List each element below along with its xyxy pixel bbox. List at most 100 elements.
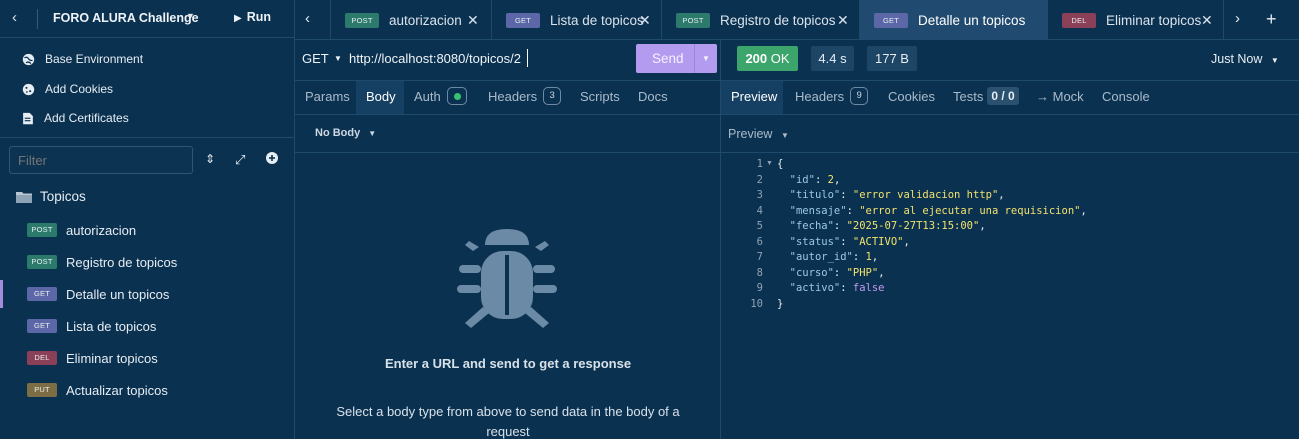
env-label: Base Environment bbox=[45, 52, 144, 66]
project-title[interactable]: FORO ALURA Challenge bbox=[53, 11, 199, 25]
json-value: "error al ejecutar una requisicion" bbox=[859, 204, 1081, 217]
chevron-down-icon[interactable]: ▼ bbox=[334, 54, 342, 63]
tab-detalle-un-topicos[interactable]: GET Detalle un topicos bbox=[860, 0, 1048, 40]
chevron-down-icon: ▼ bbox=[368, 129, 377, 138]
request-item[interactable]: POST autorizacion bbox=[0, 216, 294, 244]
expand-icon[interactable]: ⤢ bbox=[235, 152, 245, 168]
timestamp-dropdown[interactable]: Just Now ▼ bbox=[1211, 52, 1279, 66]
tab-console[interactable]: Console bbox=[1102, 89, 1150, 104]
request-item[interactable]: GET Lista de topicos bbox=[0, 312, 294, 340]
json-viewer[interactable]: 1 { 2 "id": 2, 3 "titulo": "error validac… bbox=[747, 157, 1087, 312]
count-badge: 0 / 0 bbox=[987, 87, 1019, 105]
method-badge: DEL bbox=[1062, 12, 1096, 28]
chevron-down-icon[interactable]: ▼ bbox=[702, 54, 710, 63]
timestamp-label: Just Now bbox=[1211, 52, 1263, 66]
tab-mock[interactable]: → Mock bbox=[1036, 89, 1084, 104]
tab-label: Auth bbox=[414, 88, 441, 104]
request-item[interactable]: POST Registro de topicos bbox=[0, 248, 294, 276]
tab-label: Tests bbox=[953, 88, 984, 104]
code-line: 3 "titulo": "error validacion http", bbox=[747, 188, 1087, 204]
preview-mode-dropdown[interactable]: Preview ▼ bbox=[728, 127, 789, 141]
request-name: autorizacion bbox=[66, 222, 137, 238]
request-item[interactable]: DEL Eliminar topicos bbox=[0, 344, 294, 372]
bug-icon bbox=[457, 229, 557, 328]
tab-headers[interactable]: Headers 3 bbox=[488, 87, 562, 105]
method-select[interactable]: GET bbox=[302, 51, 329, 66]
status-text: OK bbox=[770, 51, 790, 66]
tab-scroll-left-icon[interactable]: ‹ bbox=[305, 10, 310, 27]
tab-preview[interactable]: Preview bbox=[731, 89, 777, 104]
body-type-dropdown[interactable]: No Body ▼ bbox=[315, 127, 376, 139]
run-button[interactable]: ▶ Run bbox=[234, 10, 271, 24]
fold-icon[interactable]: ▼ bbox=[766, 160, 773, 167]
url-input[interactable]: http://localhost:8080/topicos/2 bbox=[349, 51, 521, 66]
close-icon[interactable]: ✕ bbox=[1201, 12, 1213, 29]
base-environment-item[interactable]: Base Environment bbox=[22, 47, 143, 71]
json-key: "curso" bbox=[789, 266, 834, 279]
folder-topicos[interactable]: Topicos bbox=[16, 189, 86, 204]
add-cookies-item[interactable]: Add Cookies bbox=[22, 77, 113, 101]
text-cursor bbox=[527, 49, 528, 67]
line-number: 3 bbox=[756, 189, 763, 201]
close-icon[interactable]: ✕ bbox=[639, 12, 651, 29]
tab-tests[interactable]: Tests 0 / 0 bbox=[953, 87, 1019, 105]
filter-input[interactable] bbox=[9, 146, 193, 174]
json-key: "activo" bbox=[789, 282, 841, 294]
new-tab-icon[interactable]: + bbox=[1266, 9, 1277, 30]
tab-auth[interactable]: Auth bbox=[414, 87, 467, 105]
tab-docs[interactable]: Docs bbox=[638, 89, 668, 104]
method-badge: PUT bbox=[27, 383, 57, 397]
sort-icon[interactable]: ⇕ bbox=[205, 152, 215, 166]
request-name: Detalle un topicos bbox=[66, 286, 170, 302]
json-brace: { bbox=[777, 158, 784, 170]
tab-lista-de-topicos[interactable]: GET Lista de topicos ✕ bbox=[492, 0, 662, 40]
json-key: "mensaje" bbox=[789, 204, 847, 217]
tab-scroll-right-icon[interactable]: › bbox=[1235, 10, 1240, 27]
count-badge: 9 bbox=[850, 87, 869, 105]
tab-label: Headers bbox=[795, 88, 845, 104]
divider bbox=[721, 80, 1299, 81]
tab-label: Headers bbox=[488, 88, 538, 104]
chevron-down-icon: ▼ bbox=[1270, 56, 1279, 65]
empty-state-description: Select a body type from above to send da… bbox=[336, 404, 680, 439]
code-line: 8 "curso": "PHP", bbox=[747, 266, 1087, 282]
method-badge: GET bbox=[27, 287, 57, 301]
tab-cookies[interactable]: Cookies bbox=[888, 89, 935, 104]
back-icon[interactable]: ‹ bbox=[12, 9, 28, 27]
env-label: Add Certificates bbox=[44, 111, 129, 125]
code-line: 2 "id": 2, bbox=[747, 173, 1087, 189]
close-icon[interactable]: ✕ bbox=[467, 12, 479, 29]
cookie-icon bbox=[22, 83, 35, 95]
method-badge: GET bbox=[874, 12, 908, 28]
chevron-down-icon[interactable]: ▼ bbox=[186, 11, 195, 21]
divider bbox=[295, 114, 720, 115]
send-button[interactable]: Send ▼ bbox=[636, 44, 717, 73]
request-item[interactable]: PUT Actualizar topicos bbox=[0, 376, 294, 404]
tab-eliminar-topicos[interactable]: DEL Eliminar topicos ✕ bbox=[1048, 0, 1224, 40]
add-certificates-item[interactable]: Add Certificates bbox=[22, 106, 129, 130]
divider bbox=[721, 114, 1299, 115]
tab-registro-de-topicos[interactable]: POST Registro de topicos ✕ bbox=[662, 0, 860, 40]
method-badge: POST bbox=[27, 255, 57, 269]
tab-scripts[interactable]: Scripts bbox=[580, 89, 620, 104]
json-value: "PHP" bbox=[846, 266, 879, 279]
status-code: 200 bbox=[745, 51, 768, 66]
chevron-down-icon: ▼ bbox=[780, 131, 789, 140]
method-badge: POST bbox=[676, 12, 710, 28]
line-number: 1 bbox=[756, 158, 763, 170]
request-name: Lista de topicos bbox=[66, 318, 157, 334]
request-item-active[interactable]: GET Detalle un topicos bbox=[0, 280, 294, 308]
close-icon[interactable]: ✕ bbox=[837, 12, 849, 29]
tab-params[interactable]: Params bbox=[305, 89, 350, 104]
line-number: 10 bbox=[750, 297, 763, 310]
tab-label: Lista de topicos bbox=[550, 12, 644, 28]
line-number: 2 bbox=[756, 173, 763, 186]
code-line: 9 "activo": false bbox=[747, 281, 1087, 297]
tab-autorizacion[interactable]: POST autorizacion ✕ bbox=[331, 0, 492, 40]
add-icon[interactable] bbox=[266, 152, 278, 167]
play-icon: ▶ bbox=[234, 13, 242, 24]
tab-response-headers[interactable]: Headers 9 bbox=[795, 87, 869, 105]
json-value: false bbox=[852, 282, 885, 294]
divider bbox=[0, 137, 294, 138]
tab-body[interactable]: Body bbox=[366, 89, 396, 104]
